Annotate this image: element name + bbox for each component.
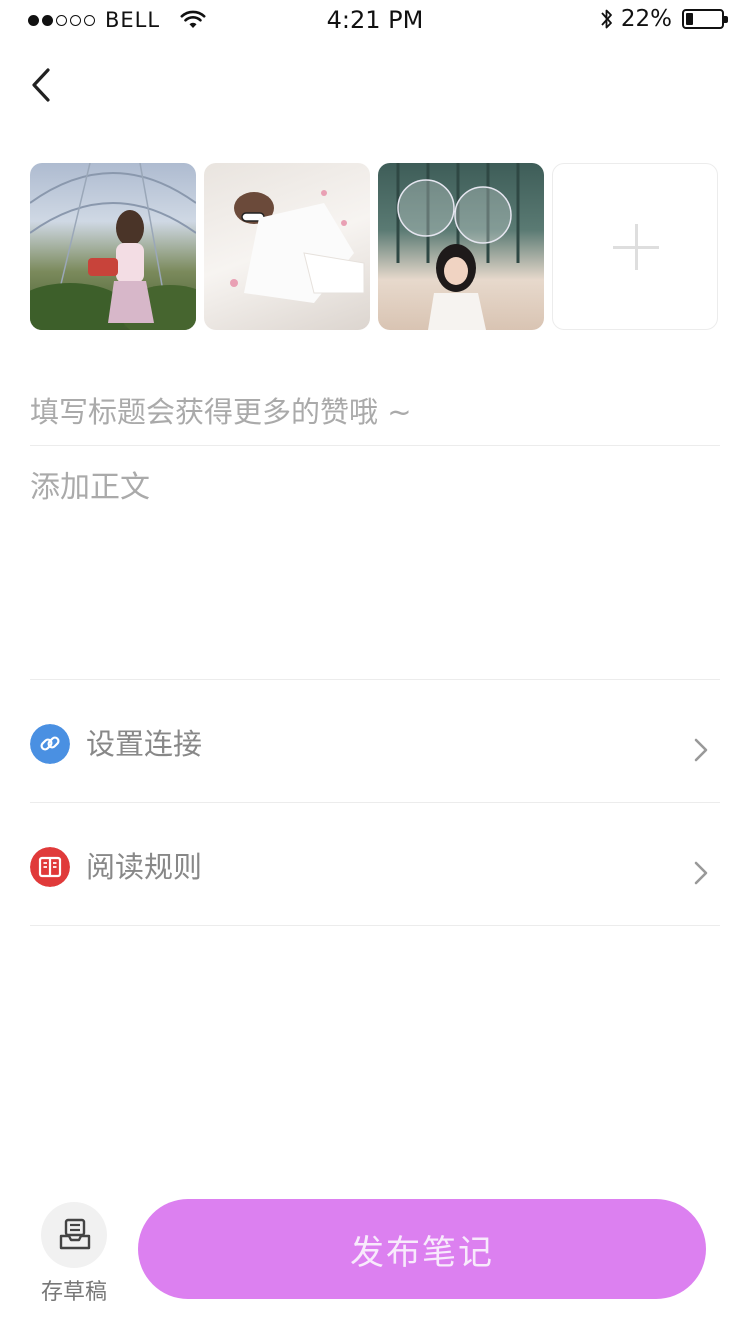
greenhouse-photo <box>30 163 196 330</box>
bluetooth-icon <box>601 9 612 29</box>
set-link-label: 设置连接 <box>86 727 203 761</box>
photo-strip <box>30 163 718 330</box>
link-icon <box>30 724 70 764</box>
balloon-photo <box>396 163 520 330</box>
reading-rules-row[interactable]: 阅读规则 <box>30 803 720 925</box>
set-link-row[interactable]: 设置连接 <box>30 680 720 802</box>
book-icon <box>30 847 70 887</box>
inbox-icon <box>59 1218 91 1250</box>
add-photo-button[interactable] <box>552 163 718 330</box>
reading-rules-label: 阅读规则 <box>86 850 203 884</box>
title-input[interactable] <box>30 380 720 444</box>
body-textarea[interactable] <box>30 462 720 672</box>
chevron-left-icon <box>32 68 50 102</box>
battery-level <box>686 13 693 25</box>
divider <box>30 445 720 446</box>
status-right: 22% <box>599 6 728 32</box>
divider <box>30 925 720 926</box>
chevron-right-icon <box>694 861 708 885</box>
battery-percent: 22% <box>620 6 672 32</box>
status-bar: BELL 4:21 PM 22% <box>0 0 750 40</box>
save-draft-button[interactable]: 存草稿 <box>36 1202 112 1306</box>
save-draft-label: 存草稿 <box>40 1280 107 1305</box>
photo-thumbnail-3[interactable] <box>378 163 544 330</box>
photo-thumbnail-1[interactable] <box>30 163 196 330</box>
battery-icon <box>682 9 728 29</box>
chevron-right-icon <box>694 738 708 762</box>
photo-thumbnail-2[interactable] <box>204 163 370 330</box>
publish-note-screen: BELL 4:21 PM 22% 填写标题会获得更多的赞哦 ~ 添加正文 设置连… <box>0 0 750 1334</box>
bed-photo <box>230 190 365 303</box>
back-button[interactable] <box>22 60 62 110</box>
publish-note-button[interactable]: 发布笔记 <box>138 1199 706 1299</box>
